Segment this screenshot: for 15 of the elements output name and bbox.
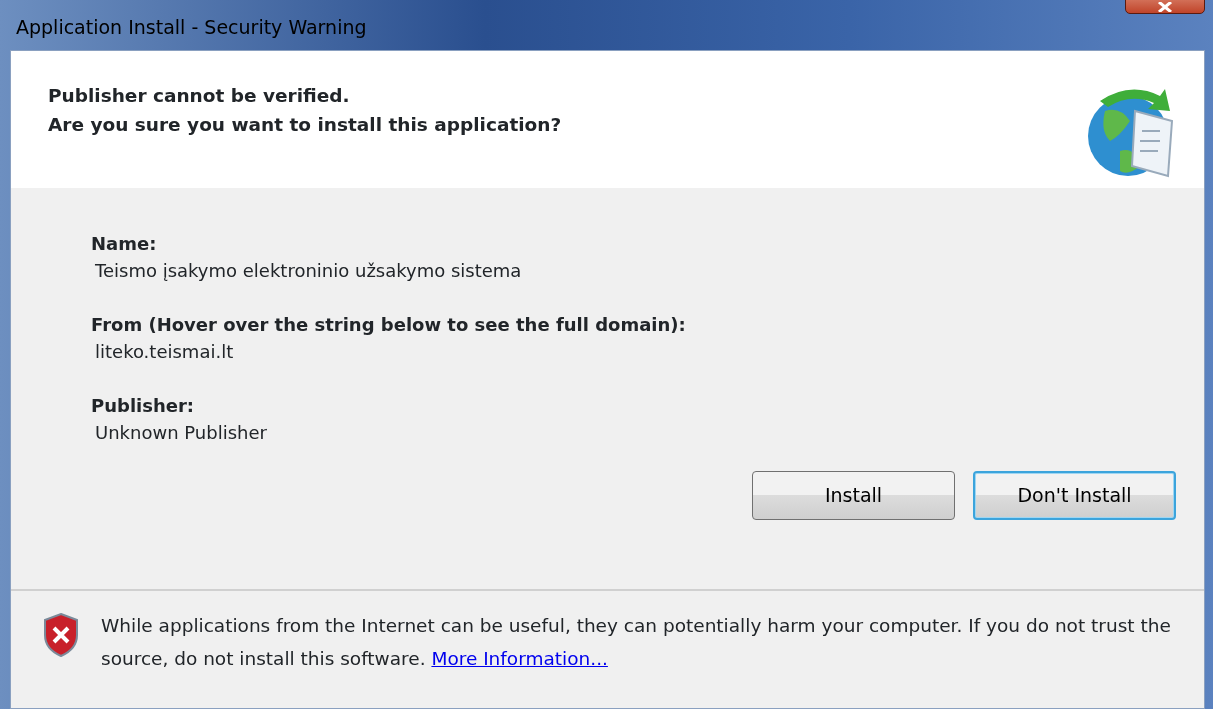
more-information-link[interactable]: More Information... <box>431 648 608 669</box>
dialog-button[interactable]: Don't Install <box>973 471 1176 520</box>
dialog-button[interactable]: Install <box>752 471 955 520</box>
field-label: From (Hover over the string below to see the full domain): <box>91 313 687 337</box>
shield-error-icon <box>43 613 79 657</box>
close-icon <box>1156 2 1174 13</box>
window-title: Application Install - Security Warning <box>15 14 367 40</box>
field-value: Unknown Publisher <box>95 421 268 445</box>
field-label: Publisher: <box>91 394 196 418</box>
field-value: liteko.teismai.lt <box>95 340 235 364</box>
warning-text: While applications from the Internet can be useful, they can potentially harm your computer. If you do not trust the source, do not install this software. More Information... <box>101 614 1172 671</box>
heading-text: Are you sure you want to install this application? <box>48 113 562 137</box>
field-label: Name: <box>91 232 158 256</box>
field-value: Teismo įsakymo elektroninio užsakymo sistema <box>95 259 523 283</box>
heading-text: Publisher cannot be verified. <box>48 84 351 108</box>
